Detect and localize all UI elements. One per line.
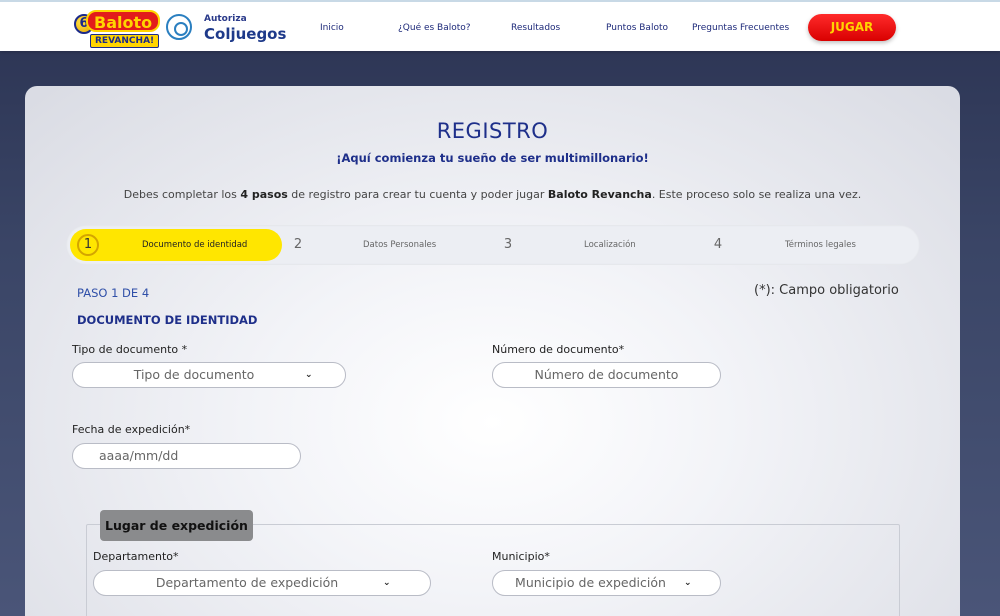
page-subtitle: ¡Aquí comienza tu sueño de ser multimill… (336, 151, 649, 165)
intro-text-2: de registro para crear tu cuenta y poder… (287, 188, 548, 201)
registration-intro: Debes completar los 4 pasos de registro … (0, 188, 985, 201)
step-indicator: PASO 1 DE 4 (77, 286, 150, 300)
step-2-label: Datos Personales (363, 240, 437, 250)
intro-text-3: . Este proceso solo se realiza una vez. (651, 188, 862, 201)
doc-number-placeholder: Número de documento (534, 367, 679, 382)
intro-game-name: Baloto Revancha (547, 188, 652, 201)
nav-link-puntos-baloto[interactable]: Puntos Baloto (606, 23, 668, 33)
step-4-number: 4 (713, 237, 723, 252)
nav-link-que-es-baloto[interactable]: ¿Qué es Baloto? (398, 23, 471, 33)
logo-text: Baloto (86, 10, 161, 32)
issue-date-input[interactable]: aaaa/mm/dd (72, 443, 301, 469)
coljuegos-seal-icon (166, 14, 192, 40)
chevron-down-icon: ⌄ (305, 370, 313, 380)
department-select[interactable]: Departamento de expedición ⌄ (93, 570, 431, 596)
issue-date-placeholder: aaaa/mm/dd (99, 448, 179, 463)
logo-sub-text: REVANCHA! (90, 34, 160, 48)
issue-date-label: Fecha de expedición* (72, 423, 191, 436)
doc-number-label: Número de documento* (492, 343, 625, 356)
jugar-button[interactable]: JUGAR (808, 14, 896, 41)
doc-type-select[interactable]: Tipo de documento ⌄ (72, 362, 346, 388)
step-4-label: Términos legales (785, 240, 856, 250)
intro-text-1: Debes completar los (123, 188, 241, 201)
nav-link-inicio[interactable]: Inicio (320, 23, 344, 33)
issue-place-title: Lugar de expedición (100, 510, 253, 541)
coljuegos-logo-text: Coljuegos (204, 25, 287, 43)
authorized-by-label: Autoriza (204, 14, 247, 24)
step-3-number: 3 (503, 237, 513, 252)
step-2-number: 2 (293, 237, 303, 252)
page-title: REGISTRO (436, 119, 549, 143)
department-label: Departamento* (93, 550, 179, 563)
section-title: DOCUMENTO DE IDENTIDAD (77, 313, 258, 327)
municipality-select[interactable]: Municipio de expedición ⌄ (492, 570, 721, 596)
doc-type-label: Tipo de documento * (72, 343, 188, 356)
top-navigation-bar: 6 Baloto REVANCHA! Autoriza Coljuegos In… (0, 0, 1000, 51)
step-1-label: Documento de identidad (142, 240, 248, 250)
nav-link-resultados[interactable]: Resultados (511, 23, 560, 33)
baloto-revancha-logo[interactable]: 6 Baloto REVANCHA! (72, 8, 161, 48)
nav-link-preguntas-frecuentes[interactable]: Preguntas Frecuentes (692, 23, 789, 33)
step-1-number: 1 (77, 234, 99, 256)
step-3-label: Localización (584, 240, 636, 250)
doc-number-input[interactable]: Número de documento (492, 362, 721, 388)
chevron-down-icon: ⌄ (684, 578, 692, 588)
department-placeholder: Departamento de expedición (155, 575, 339, 590)
chevron-down-icon: ⌄ (383, 578, 391, 588)
required-field-note: (*): Campo obligatorio (754, 283, 899, 298)
municipality-label: Municipio* (492, 550, 550, 563)
intro-steps: 4 pasos (240, 188, 288, 201)
